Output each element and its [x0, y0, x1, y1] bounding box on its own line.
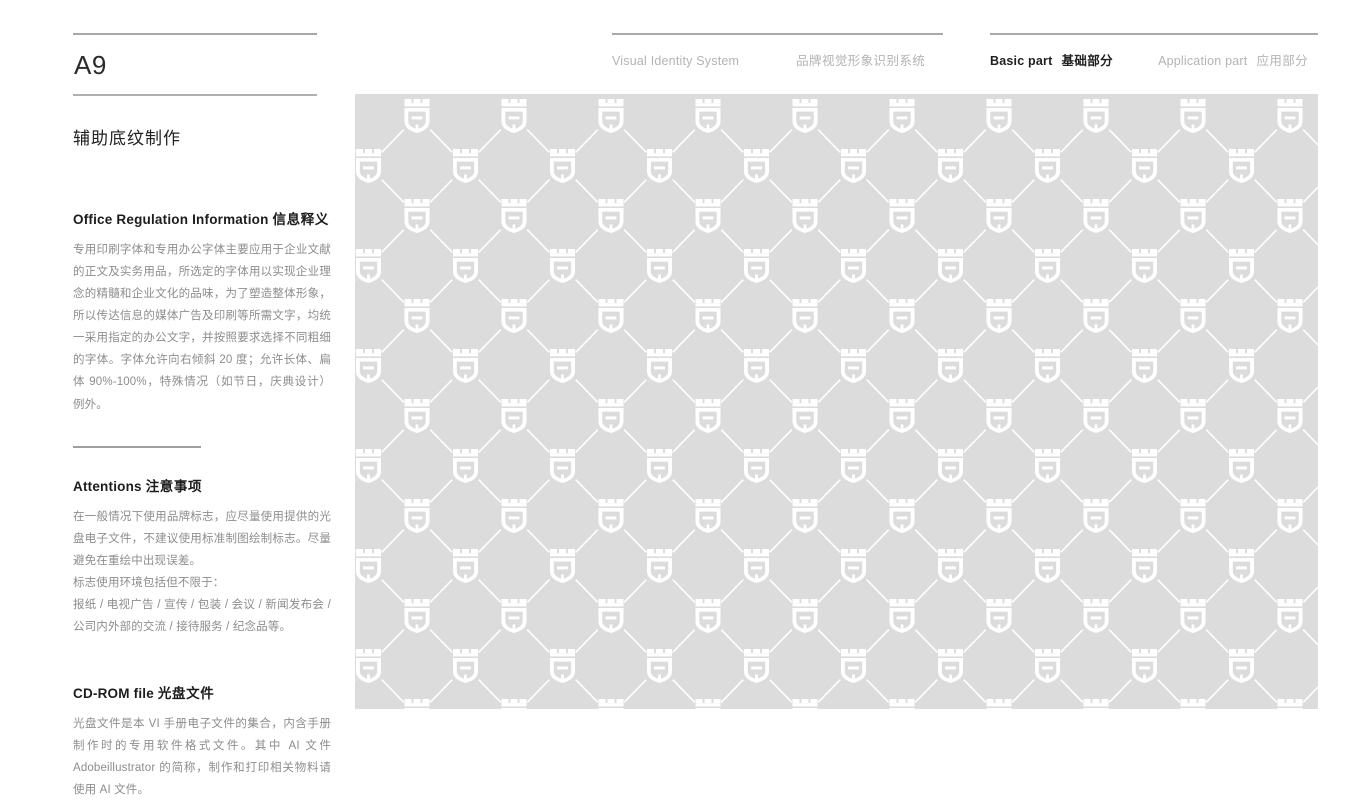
paragraph: 光盘文件是本 VI 手册电子文件的集合，内含手册制作时的专用软件格式文件。其中 …	[73, 713, 331, 801]
nav-item-basic-part-cn: 基础部分	[1061, 50, 1113, 69]
nav-item-visual-identity-system-cn: 品牌视觉形象识别系统	[796, 50, 925, 69]
nav-item-basic-part-en: Basic part	[990, 54, 1052, 68]
nav-item-basic-part[interactable]: Basic part 基础部分	[990, 50, 1113, 69]
info-block-office-regulation: Office Regulation Information 信息释义 专用印刷字…	[73, 208, 331, 416]
info-block-attentions-body: 在一般情况下使用品牌标志，应尽量使用提供的光盘电子文件，不建议使用标准制图绘制标…	[73, 506, 331, 638]
content-column: Office Regulation Information 信息释义 专用印刷字…	[73, 208, 331, 801]
info-block-office-regulation-title: Office Regulation Information 信息释义	[73, 208, 331, 228]
info-block-office-regulation-title-en: Office Regulation Information	[73, 212, 269, 227]
info-block-cdrom-file-title-en: CD-ROM file	[73, 686, 154, 701]
info-block-cdrom-file-body: 光盘文件是本 VI 手册电子文件的集合，内含手册制作时的专用软件格式文件。其中 …	[73, 713, 331, 801]
info-block-attentions: Attentions 注意事项 在一般情况下使用品牌标志，应尽量使用提供的光盘电…	[73, 475, 331, 638]
info-block-office-regulation-title-cn: 信息释义	[273, 212, 329, 227]
nav-item-visual-identity-system[interactable]: Visual Identity System	[612, 54, 739, 68]
page-header-left: A9	[73, 33, 317, 96]
info-block-cdrom-file-title: CD-ROM file 光盘文件	[73, 682, 331, 702]
page-title: 辅助底纹制作	[73, 124, 181, 149]
nav-group-identity: Visual Identity System 品牌视觉形象识别系统	[612, 33, 943, 69]
page-code: A9	[73, 35, 317, 94]
info-block-cdrom-file-title-cn: 光盘文件	[158, 686, 214, 701]
info-block-attentions-title-en: Attentions	[73, 479, 142, 494]
nav-group-parts: Basic part 基础部分 Application part 应用部分	[990, 33, 1318, 69]
info-block-office-regulation-body: 专用印刷字体和专用办公字体主要应用于企业文献的正文及实务用品，所选定的字体用以实…	[73, 239, 331, 416]
paragraph: 专用印刷字体和专用办公字体主要应用于企业文献的正文及实务用品，所选定的字体用以实…	[73, 239, 331, 416]
nav-item-visual-identity-system-en: Visual Identity System	[612, 54, 739, 68]
nav-item-visual-identity-system-cn-wrap[interactable]: 品牌视觉形象识别系统	[796, 50, 925, 69]
info-block-cdrom-file: CD-ROM file 光盘文件 光盘文件是本 VI 手册电子文件的集合，内含手…	[73, 682, 331, 801]
vi-manual-page: A9 辅助底纹制作 Visual Identity System 品牌视觉形象识…	[0, 0, 1366, 768]
nav-item-application-part[interactable]: Application part 应用部分	[1158, 50, 1308, 69]
info-block-attentions-title: Attentions 注意事项	[73, 475, 331, 495]
auxiliary-pattern-panel	[355, 94, 1318, 709]
auxiliary-pattern-graphic	[355, 94, 1318, 709]
nav-item-application-part-en: Application part	[1158, 54, 1247, 68]
section-divider	[73, 446, 201, 448]
section-gap	[73, 638, 331, 682]
header-rule-bottom	[73, 94, 317, 96]
nav-item-application-part-cn: 应用部分	[1256, 50, 1308, 69]
paragraph: 在一般情况下使用品牌标志，应尽量使用提供的光盘电子文件，不建议使用标准制图绘制标…	[73, 506, 331, 638]
info-block-attentions-title-cn: 注意事项	[146, 479, 202, 494]
